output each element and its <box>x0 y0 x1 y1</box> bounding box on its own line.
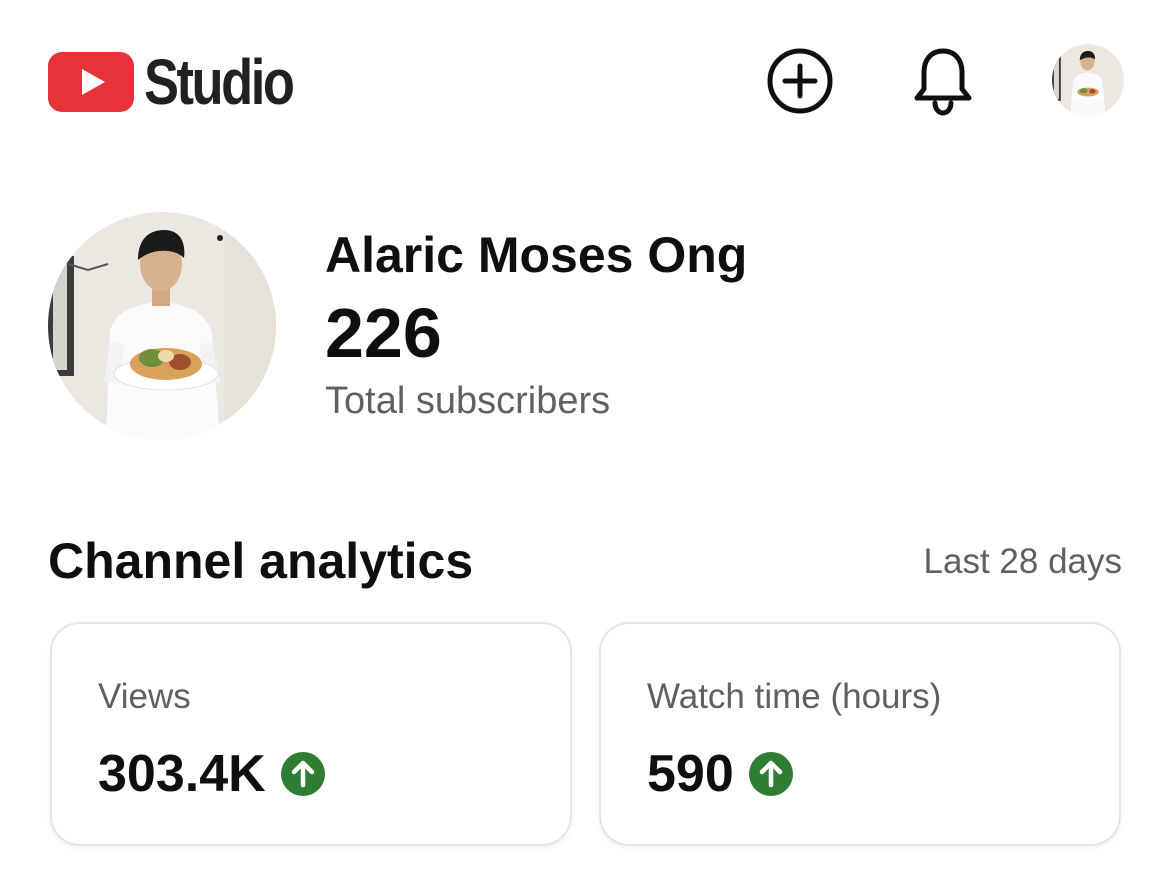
avatar-image <box>1052 44 1124 116</box>
watch-time-card[interactable]: Watch time (hours) 590 <box>599 622 1121 846</box>
views-card[interactable]: Views 303.4K <box>50 622 572 846</box>
views-value: 303.4K <box>98 745 266 803</box>
create-button[interactable] <box>763 44 837 118</box>
channel-name: Alaric Moses Ong <box>325 227 748 283</box>
account-avatar[interactable] <box>1052 44 1124 116</box>
add-circle-icon <box>767 48 833 114</box>
analytics-title: Channel analytics <box>48 533 474 589</box>
notifications-button[interactable] <box>906 44 980 118</box>
arrow-up-icon <box>748 752 793 796</box>
watch-time-label: Watch time (hours) <box>647 677 942 716</box>
views-value-row: 303.4K <box>98 742 326 806</box>
brand-name: Studio <box>144 46 295 118</box>
watch-time-value-row: 590 <box>647 742 794 806</box>
subscriber-count: 226 <box>325 294 442 372</box>
youtube-play-icon <box>48 52 134 112</box>
arrow-up-icon <box>280 752 325 796</box>
studio-logo[interactable]: Studio <box>48 48 325 116</box>
period-selector[interactable]: Last 28 days <box>924 538 1122 586</box>
channel-avatar-image <box>48 212 276 440</box>
studio-app: Studio Alaric Moses Ong 226 Total subscr… <box>0 0 1172 874</box>
top-app-bar: Studio <box>0 0 1172 165</box>
channel-info: Alaric Moses Ong 226 Total subscribers <box>325 222 747 428</box>
views-label: Views <box>98 677 191 716</box>
watch-time-value: 590 <box>647 745 734 803</box>
subscriber-label: Total subscribers <box>325 380 611 422</box>
channel-avatar[interactable] <box>48 212 276 440</box>
bell-icon <box>914 48 972 116</box>
